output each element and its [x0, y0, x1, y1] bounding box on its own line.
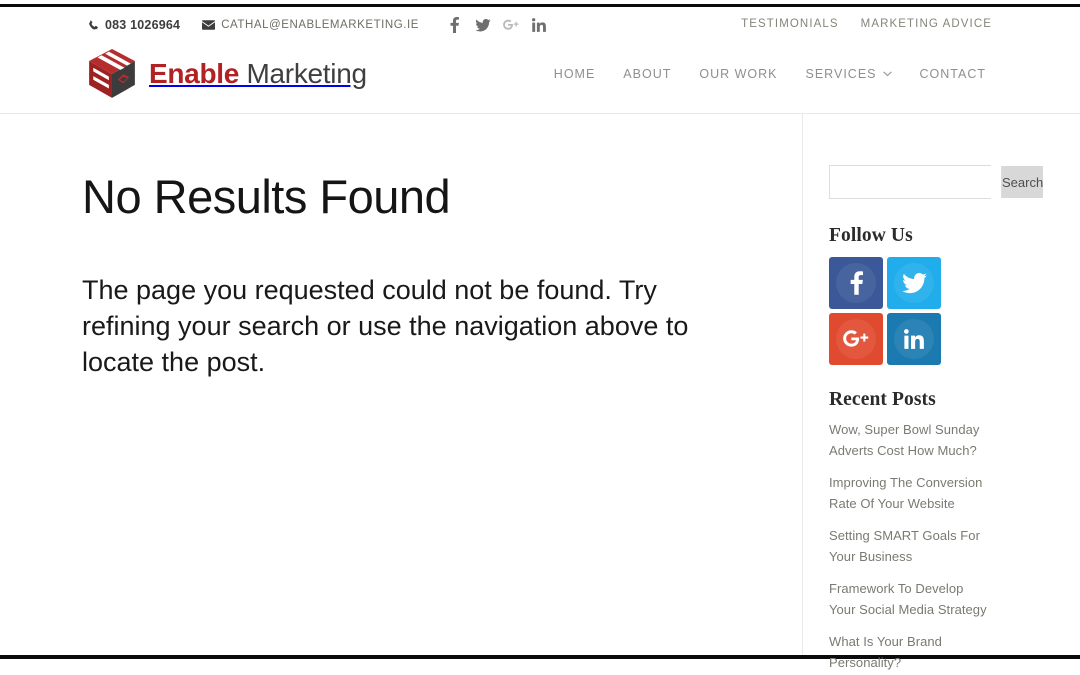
nav-label-services: SERVICES [805, 67, 877, 81]
search-input[interactable] [830, 166, 1001, 198]
main-column: No Results Found The page you requested … [82, 114, 782, 381]
facebook-tile[interactable] [829, 257, 883, 309]
phone-contact[interactable]: 083 1026964 [88, 18, 180, 32]
email-contact[interactable]: CATHAL@ENABLEMARKETING.IE [202, 19, 419, 31]
chevron-down-icon [882, 71, 892, 77]
search-widget: Search [829, 165, 1044, 199]
envelope-icon [202, 20, 216, 30]
nav-label-home: HOME [553, 67, 596, 81]
top-utility-bar: 083 1026964 CATHAL@ENABLEMARKETING.IE TE… [0, 7, 1080, 41]
twitter-icon[interactable] [469, 16, 497, 34]
page-body-text: The page you requested could not be foun… [82, 275, 689, 378]
list-item[interactable]: Framework To Develop Your Social Media S… [829, 579, 991, 620]
search-button[interactable]: Search [1001, 166, 1044, 198]
column-divider [802, 114, 803, 655]
site-logo[interactable]: Enable Marketing [86, 48, 367, 100]
topbar-social-links [441, 16, 553, 34]
nav-label-about: ABOUT [623, 67, 672, 81]
list-item[interactable]: Setting SMART Goals For Your Business [829, 526, 991, 567]
topbar-secondary-nav: TESTIMONIALS MARKETING ADVICE [741, 18, 992, 30]
nav-item-home[interactable]: HOME [540, 67, 610, 81]
linkedin-icon[interactable] [525, 16, 553, 34]
list-item[interactable]: Wow, Super Bowl Sunday Adverts Cost How … [829, 420, 991, 461]
phone-number: 083 1026964 [105, 18, 181, 32]
list-item[interactable]: What Is Your Brand Personality? [829, 632, 991, 673]
nav-label-our-work: OUR WORK [699, 67, 778, 81]
content-area: No Results Found The page you requested … [0, 114, 1080, 670]
google-plus-tile[interactable] [829, 313, 883, 365]
nav-label-contact: CONTACT [919, 67, 986, 81]
phone-icon [88, 20, 99, 31]
linkedin-tile[interactable] [887, 313, 941, 365]
page-title: No Results Found [82, 170, 451, 223]
site-header: Enable Marketing HOME ABOUT OUR WORK SER… [0, 41, 1080, 114]
topnav-link-testimonials[interactable]: TESTIMONIALS [741, 18, 839, 30]
page-root: 083 1026964 CATHAL@ENABLEMARKETING.IE TE… [0, 0, 1080, 675]
email-address: CATHAL@ENABLEMARKETING.IE [221, 19, 419, 31]
sidebar: Search Follow Us Recent Posts Wow, Super… [829, 114, 1044, 675]
nav-item-our-work[interactable]: OUR WORK [685, 67, 791, 81]
google-plus-icon[interactable] [497, 16, 525, 34]
facebook-icon[interactable] [441, 16, 469, 34]
recent-posts-heading: Recent Posts [829, 389, 936, 410]
topnav-link-marketing-advice[interactable]: MARKETING ADVICE [861, 18, 992, 30]
nav-item-services[interactable]: SERVICES [792, 67, 906, 81]
social-tiles-grid [829, 257, 991, 365]
brand-primary: Enable [149, 58, 240, 89]
nav-item-contact[interactable]: CONTACT [906, 67, 1001, 81]
follow-us-heading: Follow Us [829, 225, 913, 246]
recent-posts-list: Wow, Super Bowl Sunday Adverts Cost How … [829, 420, 991, 673]
twitter-tile[interactable] [887, 257, 941, 309]
list-item[interactable]: Improving The Conversion Rate Of Your We… [829, 473, 991, 514]
brand-secondary: Marketing [246, 58, 368, 89]
topbar-contact-group: 083 1026964 CATHAL@ENABLEMARKETING.IE [88, 16, 553, 34]
nav-item-about[interactable]: ABOUT [609, 67, 685, 81]
primary-navigation: HOME ABOUT OUR WORK SERVICES CONTACT [540, 67, 1000, 81]
brand-wordmark: Enable Marketing [149, 60, 367, 88]
enable-cube-logo-icon [86, 48, 138, 100]
